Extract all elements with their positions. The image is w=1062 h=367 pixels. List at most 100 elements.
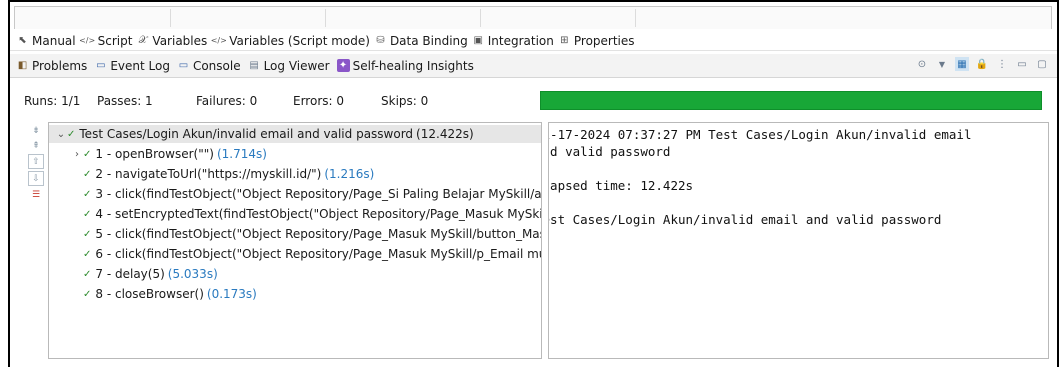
pass-icon: ✓ [83,268,92,280]
tree-toolbar: ⇟ ⇞ ⇧ ⇩ ☰ [28,124,44,201]
manual-icon: ⬉ [18,35,27,46]
layout-icon[interactable]: ▦ [955,57,969,71]
log-line: Elapsed time: 12.422s [548,178,694,193]
tab-label: Variables [152,33,208,48]
step-label: 5 - click(findTestObject("Object Reposit… [95,227,542,241]
pass-icon: ✓ [83,248,92,260]
step-label: 6 - click(findTestObject("Object Reposit… [95,247,542,261]
tab-label: Manual [32,33,76,48]
pass-icon: ✓ [83,228,92,240]
step-label: 7 - delay(5) [95,267,165,281]
tree-step[interactable]: ✓ 6 - click(findTestObject("Object Repos… [49,245,542,263]
tab-event-log[interactable]: ▭ Event Log [94,59,170,73]
tab-manual[interactable]: ⬉ Manual [16,33,76,48]
tab-label: Event Log [110,58,170,73]
pass-icon: ✓ [83,188,92,200]
step-label: 1 - openBrowser("") [95,147,214,161]
log-line: 01-17-2024 07:37:27 PM Test Cases/Login … [548,127,972,142]
step-duration: (1.714s) [216,147,267,161]
skips-count: Skips: 0 [381,94,429,108]
tab-label: Properties [573,33,635,48]
tab-console[interactable]: ▭ Console [177,59,241,73]
tab-label: Self-healing Insights [352,58,474,73]
tree-step[interactable]: › ✓ 1 - openBrowser("") (1.714s) [49,145,267,163]
editor-tab-bar: ⬉ Manual </> Script 𝒳 Variables </> Vari… [10,31,1057,51]
step-duration: (1.216s) [324,167,375,181]
tab-variables[interactable]: 𝒳 Variables [136,33,208,48]
tab-label: Script [97,33,133,48]
log-viewer-icon: ▤ [249,60,259,71]
minimize-icon[interactable]: ▭ [1015,57,1029,71]
editor-frame: ⬉ Manual </> Script 𝒳 Variables </> Vari… [8,0,1059,367]
log-output[interactable]: 01-17-2024 07:37:27 PM Test Cases/Login … [548,122,1049,359]
expand-all-icon[interactable]: ⇟ [29,124,43,137]
tree-step[interactable]: ✓ 8 - closeBrowser() (0.173s) [49,285,257,303]
log-line: and valid password [548,144,671,159]
log-line: Test Cases/Login Akun/invalid email and … [548,212,942,227]
next-failure-icon[interactable]: ⇩ [28,171,44,186]
test-tree[interactable]: ⌄ ✓ Test Cases/Login Akun/invalid email … [48,122,542,359]
failures-count: Failures: 0 [196,94,258,108]
divider [480,9,481,27]
tab-integration[interactable]: ▣ Integration [472,34,554,48]
tab-log-viewer[interactable]: ▤ Log Viewer [248,58,330,73]
root-duration: (12.422s) [416,127,474,141]
root-label: Test Cases/Login Akun/invalid email and … [79,127,414,141]
tab-self-healing-insights[interactable]: ✦ Self-healing Insights [336,58,474,73]
problems-icon: ◧ [17,60,28,71]
pass-icon: ✓ [83,208,92,220]
pass-icon: ✓ [67,128,76,140]
dropdown-arrow-icon[interactable]: ▼ [935,57,949,71]
script-icon: </> [79,36,96,45]
tree-step[interactable]: ✓ 7 - delay(5) (5.033s) [49,265,218,283]
variables-icon: 𝒳 [138,35,148,46]
tab-variables-script-mode[interactable]: </> Variables (Script mode) [211,34,370,48]
script-mode-icon: </> [210,36,227,45]
tab-properties[interactable]: ⊞ Properties [558,33,635,48]
pass-icon: ✓ [83,148,92,160]
step-label: 4 - setEncryptedText(findTestObject("Obj… [95,207,542,221]
tree-step[interactable]: ✓ 4 - setEncryptedText(findTestObject("O… [49,205,542,223]
divider [635,9,636,27]
database-icon: ⛁ [376,35,385,46]
view-menu-icon[interactable]: ⋮ [995,57,1009,71]
previous-failure-icon[interactable]: ⇧ [28,154,44,169]
tab-label: Console [192,58,241,73]
lock-icon[interactable]: 🔒 [975,57,989,71]
step-duration: (5.033s) [167,267,218,281]
tab-label: Variables (Script mode) [229,33,370,48]
tree-step[interactable]: ✓ 3 - click(findTestObject("Object Repos… [49,185,542,203]
tab-problems[interactable]: ◧ Problems [16,58,88,73]
maximize-icon[interactable]: ▢ [1035,57,1049,71]
step-label: 3 - click(findTestObject("Object Reposit… [95,187,542,201]
chevron-down-icon[interactable]: ⌄ [55,129,67,140]
integration-icon: ▣ [473,35,483,46]
divider [325,9,326,27]
event-log-icon: ▭ [96,60,106,71]
tab-label: Data Binding [389,33,468,48]
chevron-right-icon[interactable]: › [71,149,83,160]
progress-bar [540,91,1042,110]
tab-data-binding[interactable]: ⛁ Data Binding [374,34,468,48]
history-icon[interactable]: ⊙ [915,57,929,71]
tree-step[interactable]: ✓ 2 - navigateToUrl("https://myskill.id/… [49,165,374,183]
tab-label: Log Viewer [263,58,330,73]
properties-icon: ⊞ [560,35,569,46]
tab-script[interactable]: </> Script [79,33,133,48]
show-failures-only-icon[interactable]: ☰ [29,188,43,201]
self-healing-icon: ✦ [336,59,350,72]
divider [170,9,171,27]
collapse-all-icon[interactable]: ⇞ [29,139,43,152]
step-label: 2 - navigateToUrl("https://myskill.id/") [95,167,322,181]
passes-count: Passes: 1 [97,94,153,108]
errors-count: Errors: 0 [293,94,344,108]
step-label: 8 - closeBrowser() [95,287,204,301]
step-duration: (0.173s) [206,287,257,301]
toolbar-strip [14,6,1052,29]
tree-root[interactable]: ⌄ ✓ Test Cases/Login Akun/invalid email … [49,125,541,143]
tree-step[interactable]: ✓ 5 - click(findTestObject("Object Repos… [49,225,542,243]
tab-label: Integration [487,33,554,48]
tab-label: Problems [32,58,88,73]
